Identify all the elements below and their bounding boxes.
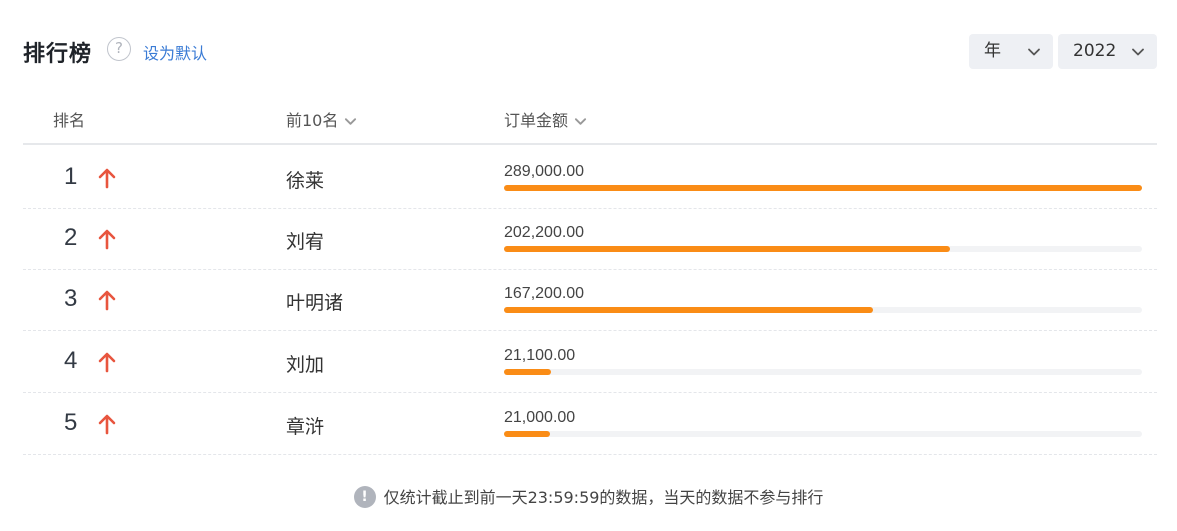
rank-number: 4 bbox=[64, 347, 78, 374]
table-row: 1 徐莱 289,000.00 bbox=[23, 147, 1157, 209]
column-header-order-amount[interactable]: 订单金额 bbox=[504, 107, 587, 131]
page-title: 排行榜 bbox=[23, 42, 93, 67]
trend-up-arrow-icon bbox=[98, 290, 116, 311]
progress-track bbox=[504, 307, 1142, 313]
period-select-value: 年 bbox=[984, 41, 1001, 61]
info-icon: ! bbox=[353, 486, 376, 508]
year-select[interactable]: 2022 bbox=[1058, 34, 1157, 69]
salesperson-name: 叶明诸 bbox=[286, 292, 344, 314]
order-amount: 21,100.00 bbox=[504, 347, 576, 364]
table-row: 2 刘宥 202,200.00 bbox=[23, 208, 1157, 270]
rank-number: 5 bbox=[64, 409, 78, 436]
footer-note: ! 仅统计截止到前一天23:59:59的数据，当天的数据不参与排行 bbox=[0, 484, 1177, 508]
chevron-down-icon bbox=[574, 118, 587, 125]
table-row: 5 章浒 21,000.00 bbox=[23, 393, 1157, 455]
progress-fill bbox=[504, 185, 1142, 191]
order-amount: 289,000.00 bbox=[504, 163, 585, 180]
progress-fill bbox=[504, 369, 551, 375]
rank-number: 3 bbox=[64, 285, 78, 312]
column-header-rank: 排名 bbox=[53, 111, 86, 130]
rank-number: 1 bbox=[64, 163, 78, 190]
trend-up-arrow-icon bbox=[98, 168, 116, 189]
salesperson-name: 刘加 bbox=[286, 354, 325, 376]
period-select[interactable]: 年 bbox=[969, 34, 1053, 69]
help-icon[interactable]: ? bbox=[107, 37, 131, 61]
progress-track bbox=[504, 431, 1142, 437]
set-default-link[interactable]: 设为默认 bbox=[143, 40, 207, 64]
trend-up-arrow-icon bbox=[98, 352, 116, 373]
footer-note-text: 仅统计截止到前一天23:59:59的数据，当天的数据不参与排行 bbox=[383, 488, 824, 507]
order-amount: 167,200.00 bbox=[504, 285, 585, 302]
progress-fill bbox=[504, 307, 874, 313]
rank-number: 2 bbox=[64, 224, 78, 251]
chevron-down-icon bbox=[1028, 48, 1040, 56]
salesperson-name: 刘宥 bbox=[286, 231, 325, 253]
progress-fill bbox=[504, 246, 951, 252]
salesperson-name: 徐莱 bbox=[286, 170, 325, 192]
progress-fill bbox=[504, 431, 551, 437]
table-header: 排名 前10名 订单金额 bbox=[23, 93, 1157, 145]
column-header-top10[interactable]: 前10名 bbox=[286, 107, 357, 131]
year-select-value: 2022 bbox=[1073, 41, 1117, 61]
chevron-down-icon bbox=[1132, 48, 1144, 56]
trend-up-arrow-icon bbox=[98, 414, 116, 435]
progress-track bbox=[504, 246, 1142, 252]
table-row: 3 叶明诸 167,200.00 bbox=[23, 269, 1157, 331]
order-amount: 202,200.00 bbox=[504, 224, 585, 241]
trend-up-arrow-icon bbox=[98, 229, 116, 250]
chevron-down-icon bbox=[345, 118, 357, 125]
progress-track bbox=[504, 369, 1142, 375]
table-row: 4 刘加 21,100.00 bbox=[23, 331, 1157, 393]
salesperson-name: 章浒 bbox=[286, 416, 325, 438]
order-amount: 21,000.00 bbox=[504, 409, 576, 426]
progress-track bbox=[504, 185, 1142, 191]
